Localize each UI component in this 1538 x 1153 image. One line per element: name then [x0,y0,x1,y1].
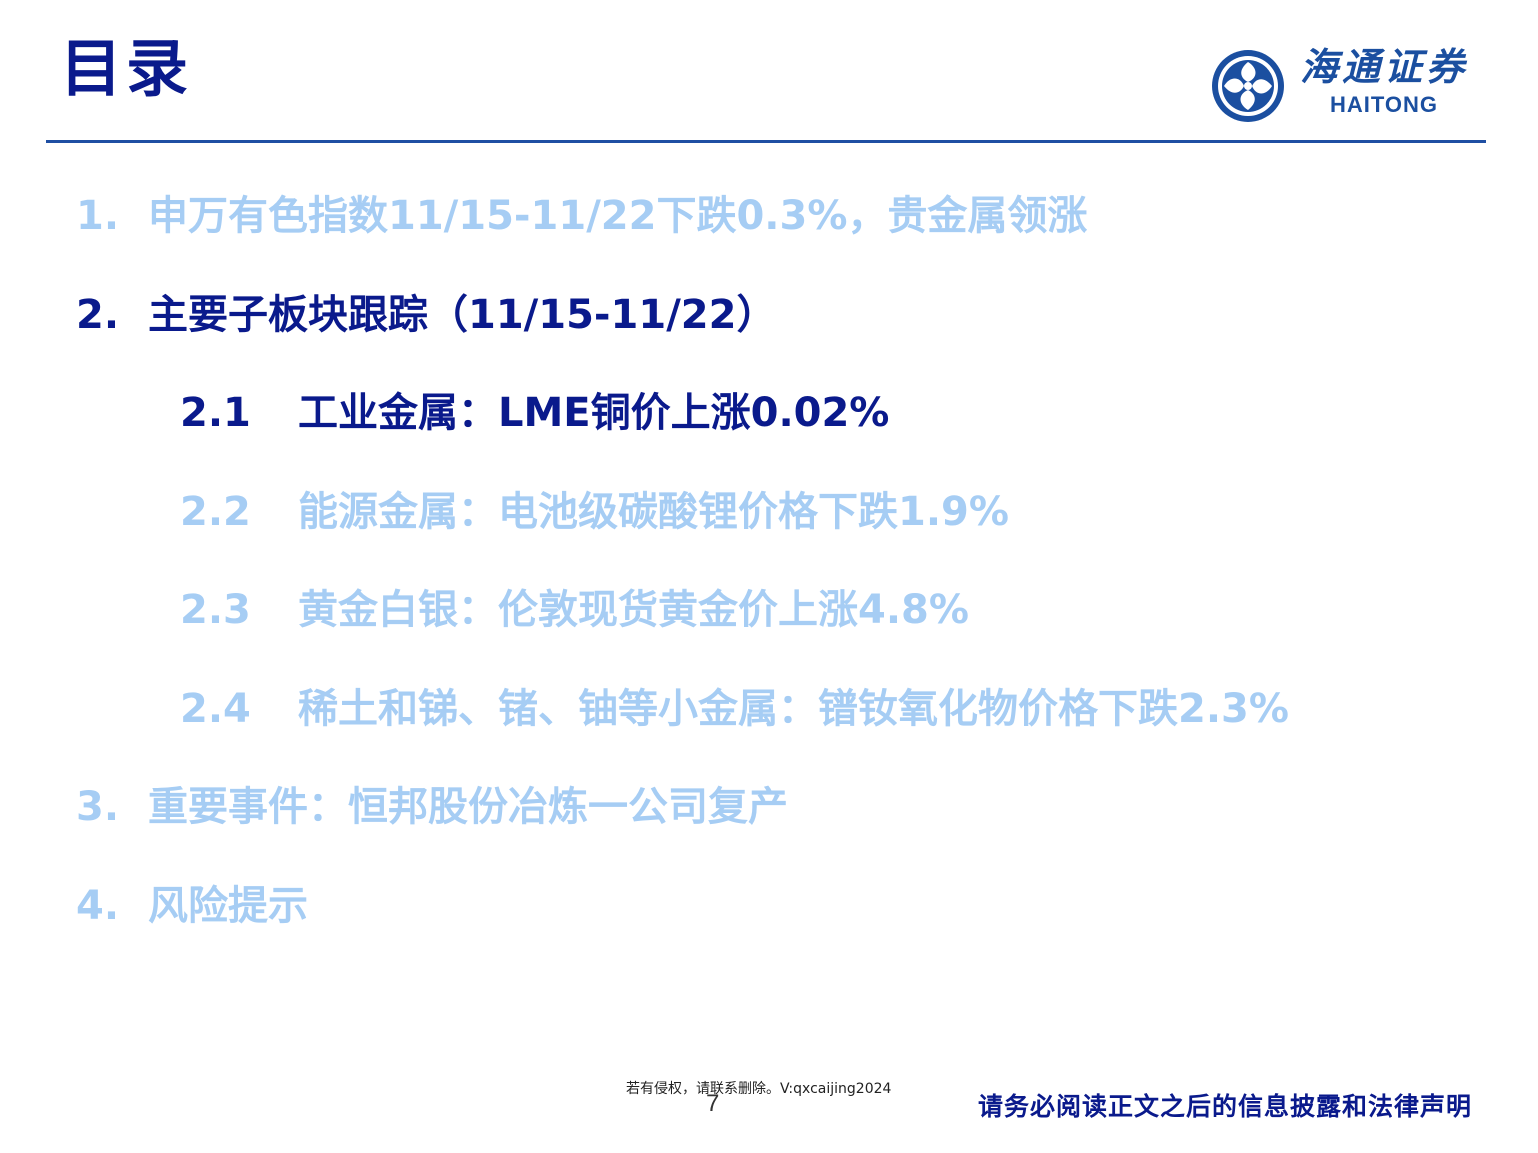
page-title: 目录 [60,32,193,105]
toc-item-number: 2.2 [180,489,251,535]
toc-item-2-2: 2.2 能源金属：电池级碳酸锂价格下跌1.9% [180,492,1009,532]
toc-item-text: 申万有色指数11/15-11/22下跌0.3%，贵金属领涨 [148,193,1088,239]
toc-item-text: 稀土和锑、锗、铀等小金属：镨钕氧化物价格下跌2.3% [298,686,1289,732]
toc-item-number: 2.3 [180,587,251,633]
toc-item-text: 重要事件：恒邦股份冶炼一公司复产 [148,784,788,830]
toc-item-text: 风险提示 [148,883,308,929]
page-number: 7 [706,1090,720,1117]
logo-name-cn: 海通证券 [1300,44,1469,89]
toc-item-number: 3. [76,784,120,830]
toc-item-number: 2.4 [180,686,251,732]
toc-item-2: 2. 主要子板块跟踪（11/15-11/22） [76,295,776,335]
toc-item-number: 1. [76,193,120,239]
logo-name-en: HAITONG [1330,92,1439,117]
company-logo: 海通证券 HAITONG [1208,46,1488,126]
toc-item-text: 黄金白银：伦敦现货黄金价上涨4.8% [298,587,969,633]
toc-item-3: 3. 重要事件：恒邦股份冶炼一公司复产 [76,787,788,827]
toc-item-text: 工业金属：LME铜价上涨0.02% [298,390,890,436]
toc-item-number: 2. [76,292,120,338]
haitong-logo-icon [1212,50,1284,122]
toc-item-2-4: 2.4 稀土和锑、锗、铀等小金属：镨钕氧化物价格下跌2.3% [180,689,1289,729]
toc-item-2-1: 2.1 工业金属：LME铜价上涨0.02% [180,393,889,433]
toc-item-1: 1. 申万有色指数11/15-11/22下跌0.3%，贵金属领涨 [76,196,1087,236]
watermark-text: 若有侵权，请联系删除。V:qxcaijing2024 [626,1081,892,1097]
toc-item-text: 能源金属：电池级碳酸锂价格下跌1.9% [298,489,1009,535]
toc-item-4: 4. 风险提示 [76,886,308,926]
toc-item-number: 4. [76,883,120,929]
disclaimer-text: 请务必阅读正文之后的信息披露和法律声明 [977,1092,1472,1121]
toc-item-number: 2.1 [180,390,251,436]
toc-item-2-3: 2.3 黄金白银：伦敦现货黄金价上涨4.8% [180,590,969,630]
toc-item-text: 主要子板块跟踪（11/15-11/22） [148,292,777,338]
title-divider [46,140,1486,143]
